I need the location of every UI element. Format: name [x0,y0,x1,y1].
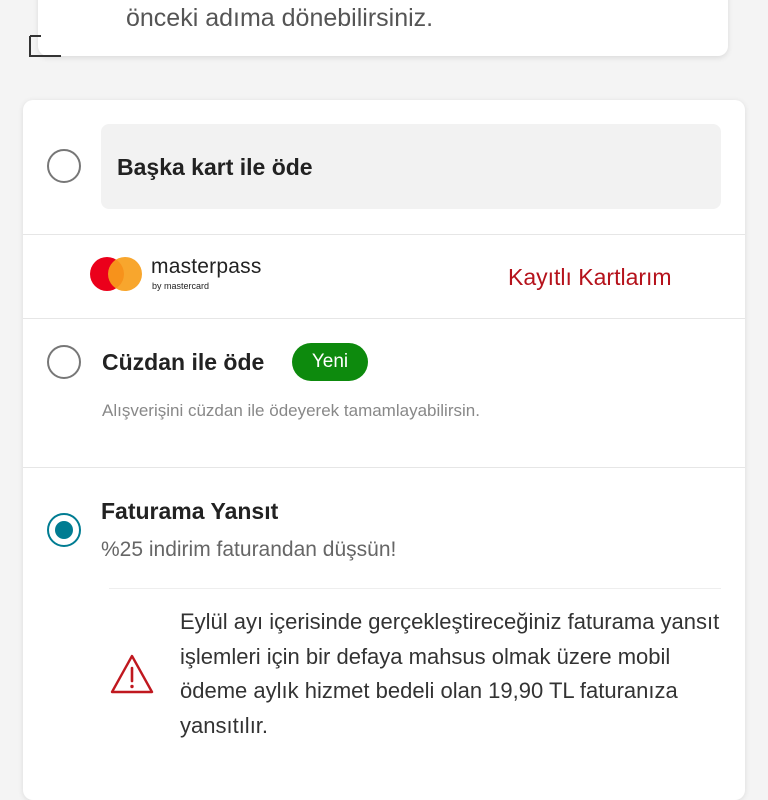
invoice-notice: Eylül ayı içerisinde gerçekleştireceğini… [109,588,721,769]
info-card: önceki adıma dönebilirsiniz. [38,0,728,56]
wallet-label: Cüzdan ile öde [102,349,265,375]
other-card-button[interactable]: Başka kart ile öde [101,124,721,209]
masterpass-logo-text: masterpass [151,255,262,278]
payment-options-card: Başka kart ile öde masterpass by masterc… [23,100,745,800]
masterpass-logo-subtext: by mastercard [152,281,210,291]
info-text: önceki adıma dönebilirsiniz. [126,4,434,32]
invoice-label: Faturama Yansıt [101,498,279,524]
wallet-radio[interactable] [47,345,81,379]
notice-text: Eylül ayı içerisinde gerçekleştireceğini… [180,609,720,738]
new-badge: Yeni [292,343,368,381]
card-outline-icon [29,35,61,57]
other-card-label: Başka kart ile öde [117,154,313,180]
wallet-description: Alışverişini cüzdan ile ödeyerek tamamla… [102,401,480,420]
divider [23,318,745,319]
mastercard-orange-circle-icon [108,257,142,291]
divider [23,467,745,468]
other-card-radio[interactable] [47,149,81,183]
invoice-subtitle: %25 indirim faturandan düşsün! [101,538,397,561]
divider [23,234,745,235]
saved-cards-link[interactable]: Kayıtlı Kartlarım [508,264,672,291]
masterpass-logo: masterpass by mastercard [90,255,290,295]
warning-triangle-icon [110,654,154,694]
invoice-radio[interactable] [47,513,81,547]
